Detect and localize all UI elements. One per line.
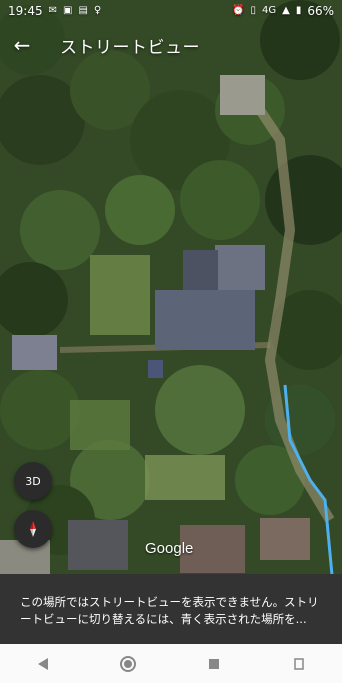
- arrow-left-icon: ←: [13, 33, 31, 57]
- building-roof: [183, 250, 218, 290]
- compass-button[interactable]: [14, 510, 52, 548]
- battery-percent: 66%: [307, 4, 334, 18]
- vibrate-icon: ▯: [250, 5, 256, 16]
- navigation-bar: [0, 644, 342, 683]
- status-right: ⏰ ▯ 4G ▲ ▮ 66%: [232, 4, 334, 18]
- nav-back-icon: [37, 657, 48, 670]
- battery-icon: ▮: [295, 5, 302, 16]
- google-logo: Google: [145, 540, 194, 557]
- building-roof: [215, 245, 265, 290]
- snackbar: この場所ではストリートビューを表示できません。ストリートビューに切り替えるには、…: [0, 574, 342, 644]
- nav-home-button[interactable]: [108, 649, 148, 679]
- building-roof: [220, 75, 265, 115]
- three-d-button[interactable]: 3D: [14, 462, 52, 500]
- bag-icon: ▣: [62, 5, 73, 16]
- nav-recents-button[interactable]: [194, 649, 234, 679]
- main-house-roof: [155, 290, 255, 350]
- status-bar: 19:45 ✉ ▣ ▤ ♀ ⏰ ▯ 4G ▲ ▮ 66%: [0, 0, 342, 22]
- status-left: 19:45 ✉ ▣ ▤ ♀: [8, 4, 101, 18]
- nav-back-button[interactable]: [23, 649, 63, 679]
- mail-icon: ✉: [48, 5, 57, 16]
- app-bar: ← ストリートビュー: [0, 24, 342, 66]
- nav-rotate-button[interactable]: [279, 649, 319, 679]
- bulb-icon: ♀: [93, 5, 102, 16]
- shed-roof: [148, 360, 163, 378]
- signal-icon: ▲: [282, 5, 290, 16]
- network-label: 4G: [261, 5, 277, 16]
- nav-recents-icon: [208, 658, 219, 669]
- garden-plot: [90, 255, 150, 335]
- nav-home-icon: [120, 655, 137, 672]
- page-title: ストリートビュー: [60, 37, 200, 58]
- nav-rotate-icon: [294, 657, 304, 670]
- garden-plot: [70, 400, 130, 450]
- three-d-label: 3D: [25, 474, 41, 488]
- building-roof: [68, 520, 128, 570]
- clock: 19:45: [8, 4, 43, 18]
- snackbar-message: この場所ではストリートビューを表示できません。ストリートビューに切り替えるには、…: [20, 595, 319, 626]
- news-icon: ▤: [78, 5, 88, 16]
- building-roof: [260, 518, 310, 560]
- alarm-icon: ⏰: [232, 5, 245, 16]
- back-button[interactable]: ←: [0, 24, 44, 66]
- compass-icon: [30, 521, 36, 537]
- building-roof: [12, 335, 57, 370]
- garden-plot: [145, 455, 225, 500]
